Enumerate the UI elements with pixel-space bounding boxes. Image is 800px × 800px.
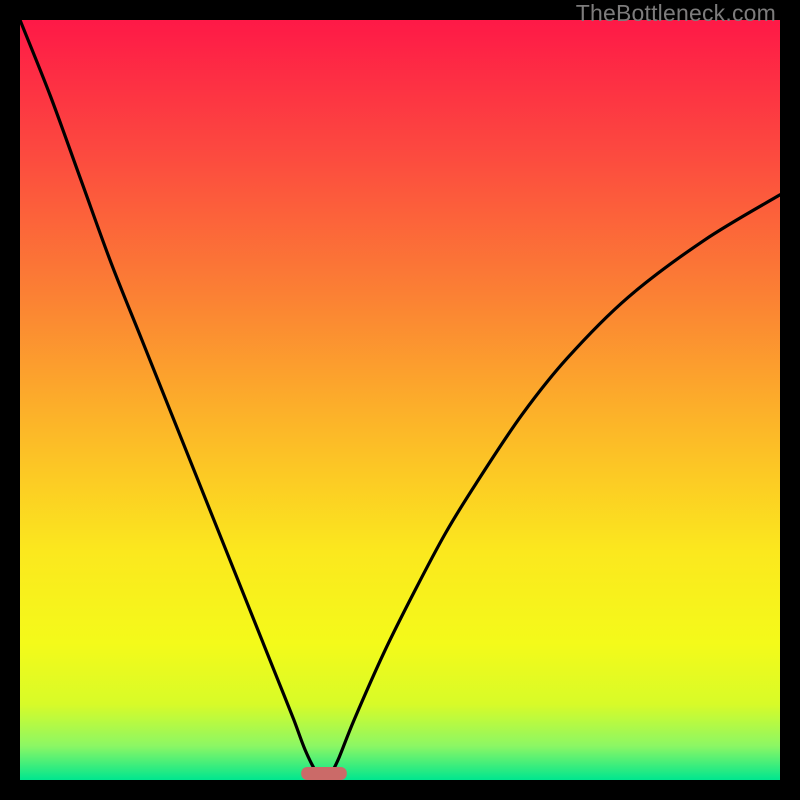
gradient-background	[20, 20, 780, 780]
optimal-marker	[301, 767, 347, 780]
plot-area	[20, 20, 780, 780]
watermark-label: TheBottleneck.com	[576, 0, 776, 27]
chart-frame: TheBottleneck.com	[0, 0, 800, 800]
bottleneck-chart	[20, 20, 780, 780]
